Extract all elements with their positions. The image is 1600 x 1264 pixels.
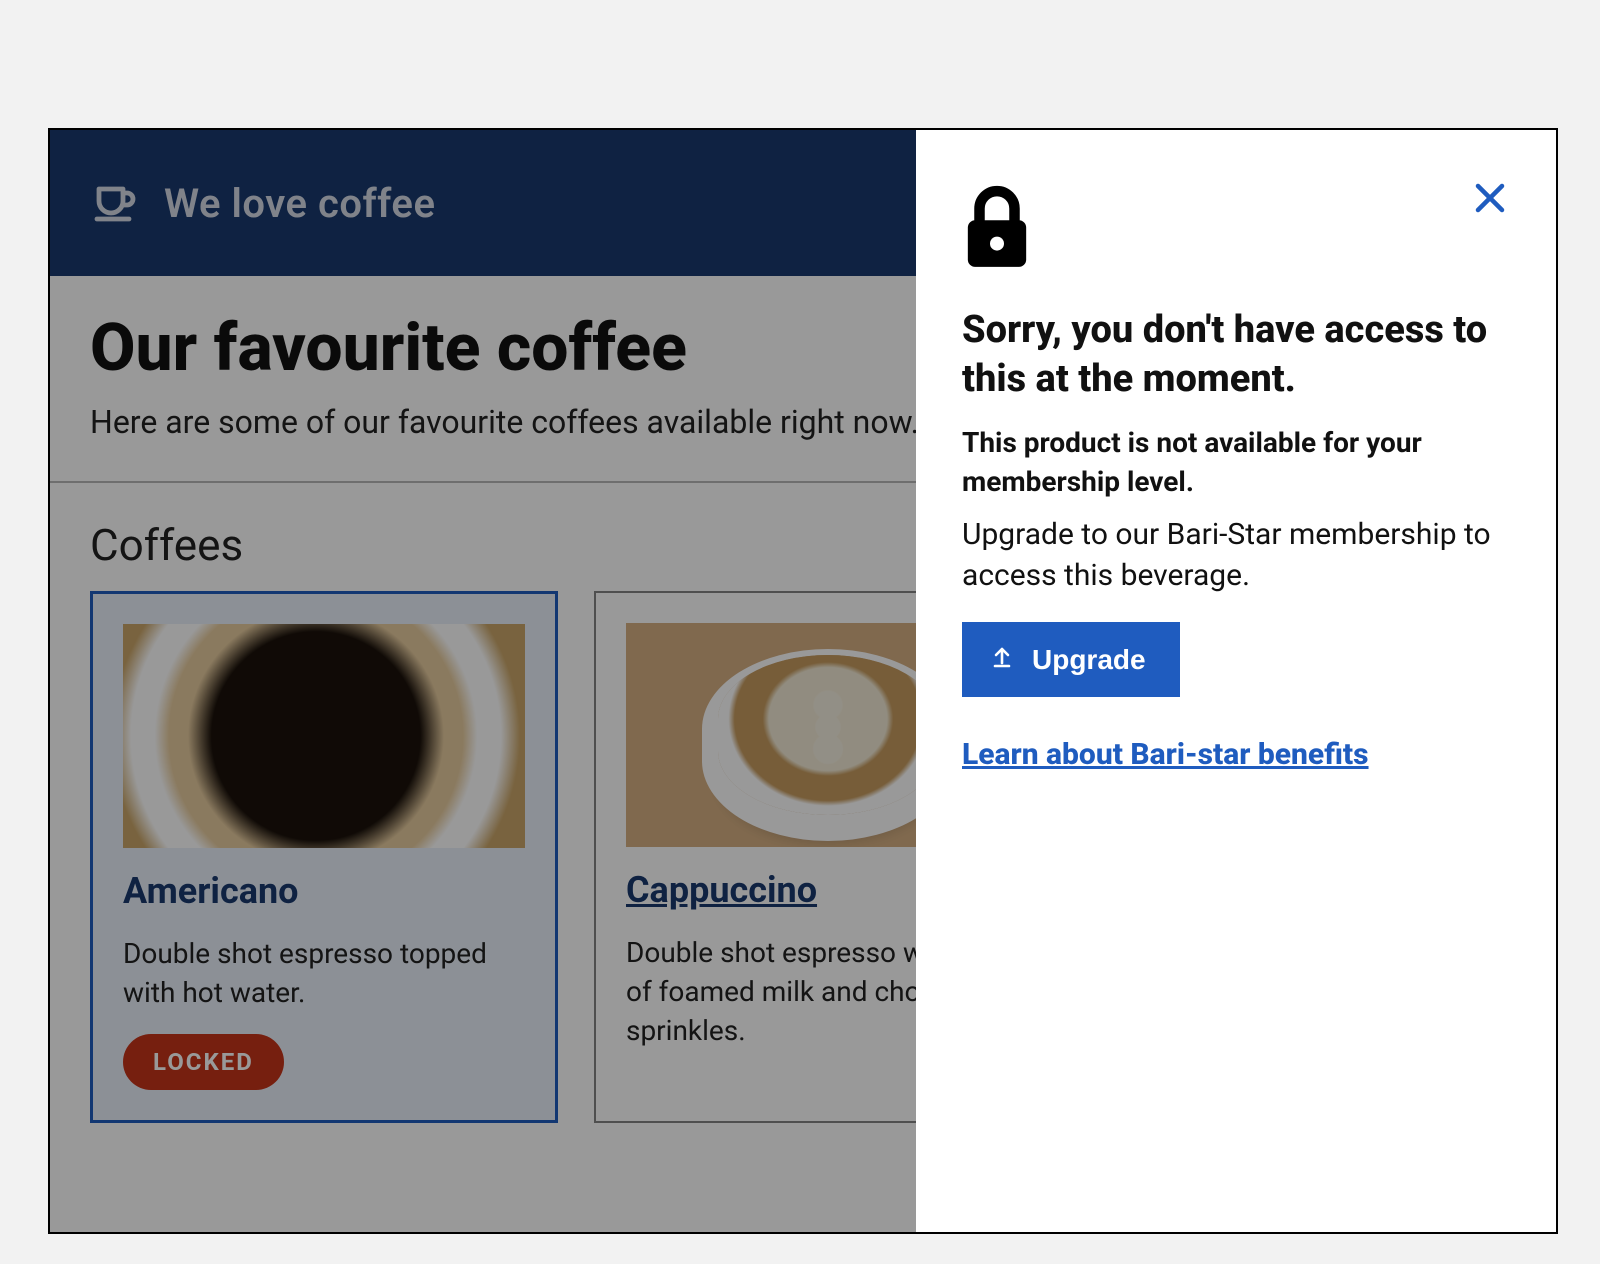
learn-benefits-link[interactable]: Learn about Bari-star benefits (962, 737, 1369, 772)
lock-icon (962, 184, 1510, 278)
close-button[interactable] (1472, 180, 1508, 216)
upgrade-button-label: Upgrade (1032, 644, 1146, 676)
close-icon (1472, 201, 1508, 220)
access-denied-drawer: Sorry, you don't have access to this at … (916, 130, 1556, 1232)
drawer-heading: Sorry, you don't have access to this at … (962, 306, 1510, 405)
upgrade-button[interactable]: Upgrade (962, 622, 1180, 697)
drawer-body: Upgrade to our Bari-Star membership to a… (962, 515, 1510, 596)
app-window: We love coffee Our favourite coffee Here… (48, 128, 1558, 1234)
upload-icon (990, 642, 1014, 677)
drawer-subheading: This product is not available for your m… (962, 423, 1510, 501)
